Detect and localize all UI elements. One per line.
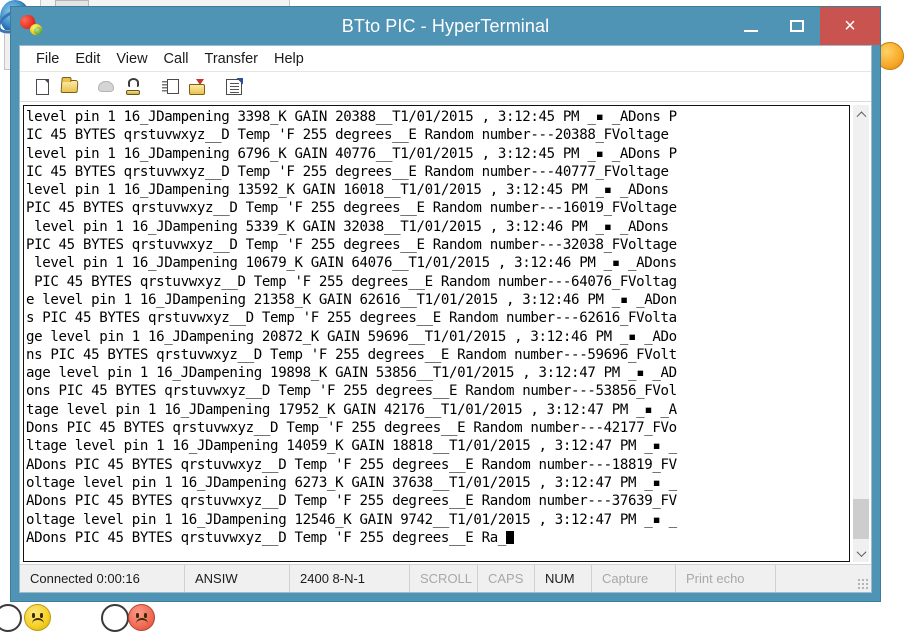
maximize-button[interactable] — [774, 7, 820, 45]
minimize-icon — [744, 30, 758, 32]
receive-folder-shape — [189, 84, 205, 95]
receive-file-icon — [189, 79, 206, 95]
window-controls: × — [728, 7, 880, 45]
status-connected: Connected 0:00:16 — [20, 565, 185, 592]
call-button[interactable] — [121, 75, 145, 99]
chevron-up-icon — [856, 111, 866, 121]
telephone-handset-shape — [128, 78, 139, 87]
status-num-indicator: NUM — [535, 565, 592, 592]
disconnect-button — [94, 75, 118, 99]
send-file-icon — [162, 79, 179, 95]
scroll-up-button[interactable] — [853, 105, 869, 122]
menu-bar: File Edit View Call Transfer Help — [20, 46, 871, 72]
title-bar[interactable]: BTto PIC - HyperTerminal × — [11, 7, 880, 45]
terminal-line: level pin 1 16_JDampening 5339_K GAIN 32… — [26, 218, 848, 236]
terminal-line: ns PIC 45 BYTES qrstuvwxyz__D Temp 'F 25… — [26, 346, 848, 364]
status-baud: 2400 8-N-1 — [290, 565, 410, 592]
scrollbar-track[interactable] — [853, 122, 869, 545]
terminal-line: IC 45 BYTES qrstuvwxyz__D Temp 'F 255 de… — [26, 126, 848, 144]
terminal-line: ltage level pin 1 16_JDampening 14059_K … — [26, 437, 848, 455]
terminal-line: PIC 45 BYTES qrstuvwxyz__D Temp 'F 255 d… — [26, 236, 848, 254]
telephone-base-shape — [126, 90, 140, 95]
new-connection-button[interactable] — [30, 75, 54, 99]
hyperterminal-window: BTto PIC - HyperTerminal × File Edit Vie… — [10, 6, 881, 602]
terminal-line: level pin 1 16_JDampening 3398_K GAIN 20… — [26, 108, 848, 126]
smiley-mouth — [136, 618, 148, 624]
window-client-area: File Edit View Call Transfer Help — [19, 45, 872, 593]
receive-file-button[interactable] — [185, 75, 209, 99]
menu-item-call[interactable]: Call — [156, 49, 197, 69]
minimize-button[interactable] — [728, 7, 774, 45]
terminal-lines: level pin 1 16_JDampening 3398_K GAIN 20… — [26, 108, 848, 547]
status-print-echo-indicator: Print echo — [676, 565, 776, 592]
chevron-down-icon — [856, 547, 866, 557]
disconnect-icon — [98, 81, 114, 92]
send-page-shape — [167, 79, 179, 94]
open-connection-button[interactable] — [57, 75, 81, 99]
terminal-cursor — [506, 531, 514, 544]
menu-item-edit[interactable]: Edit — [67, 49, 108, 69]
toolbar — [20, 72, 871, 102]
comet-ball2-shape — [34, 27, 42, 35]
terminal-line: level pin 1 16_JDampening 10679_K GAIN 6… — [26, 254, 848, 272]
terminal-line: ADons PIC 45 BYTES qrstuvwxyz__D Temp 'F… — [26, 492, 848, 510]
properties-button[interactable] — [222, 75, 246, 99]
menu-item-view[interactable]: View — [108, 49, 155, 69]
terminal-output-area[interactable]: level pin 1 16_JDampening 3398_K GAIN 20… — [23, 105, 850, 562]
terminal-line: level pin 1 16_JDampening 13592_K GAIN 1… — [26, 181, 848, 199]
terminal-line: oltage level pin 1 16_JDampening 12546_K… — [26, 511, 848, 529]
terminal-line: PIC 45 BYTES qrstuvwxyz__D Temp 'F 255 d… — [26, 273, 848, 291]
status-spacer — [776, 565, 871, 592]
terminal-line: tage level pin 1 16_JDampening 17952_K G… — [26, 401, 848, 419]
terminal-line: ons PIC 45 BYTES qrstuvwxyz__D Temp 'F 2… — [26, 382, 848, 400]
terminal-region: level pin 1 16_JDampening 3398_K GAIN 20… — [20, 102, 871, 564]
smiley-mouth — [32, 618, 44, 624]
menu-item-file[interactable]: File — [28, 49, 67, 69]
status-capture-indicator: Capture — [592, 565, 676, 592]
close-icon: × — [844, 16, 856, 36]
scroll-down-button[interactable] — [853, 545, 869, 562]
red-smiley-icon[interactable] — [128, 604, 155, 631]
terminal-line: s PIC 45 BYTES qrstuvwxyz__D Temp 'F 255… — [26, 309, 848, 327]
terminal-line: oltage level pin 1 16_JDampening 6273_K … — [26, 474, 848, 492]
status-bar: Connected 0:00:16 ANSIW 2400 8-N-1 SCROL… — [20, 564, 871, 592]
telephone-icon — [125, 78, 141, 95]
terminal-line: ge level pin 1 16_JDampening 20872_K GAI… — [26, 328, 848, 346]
new-page-icon — [36, 79, 49, 95]
terminal-line: PIC 45 BYTES qrstuvwxyz__D Temp 'F 255 d… — [26, 199, 848, 217]
terminal-line: level pin 1 16_JDampening 6796_K GAIN 40… — [26, 145, 848, 163]
resize-grip-icon[interactable] — [857, 578, 868, 589]
maximize-icon — [790, 20, 804, 32]
open-folder-icon — [60, 80, 78, 93]
menu-item-help[interactable]: Help — [266, 49, 312, 69]
properties-icon — [226, 79, 242, 95]
yellow-smiley-icon[interactable] — [24, 604, 51, 631]
vertical-scrollbar[interactable] — [852, 105, 869, 562]
terminal-line: ADons PIC 45 BYTES qrstuvwxyz__D Temp 'F… — [26, 529, 848, 547]
scrollbar-thumb[interactable] — [853, 499, 869, 539]
terminal-line: Dons PIC 45 BYTES qrstuvwxyz__D Temp 'F … — [26, 419, 848, 437]
status-scroll-indicator: SCROLL — [410, 565, 478, 592]
terminal-line: IC 45 BYTES qrstuvwxyz__D Temp 'F 255 de… — [26, 163, 848, 181]
hyperterminal-comet-icon — [19, 14, 45, 38]
status-caps-indicator: CAPS — [478, 565, 535, 592]
send-file-button[interactable] — [158, 75, 182, 99]
status-protocol: ANSIW — [185, 565, 290, 592]
close-button[interactable]: × — [820, 7, 880, 45]
terminal-line: age level pin 1 16_JDampening 19898_K GA… — [26, 364, 848, 382]
menu-item-transfer[interactable]: Transfer — [197, 49, 266, 69]
terminal-line: ADons PIC 45 BYTES qrstuvwxyz__D Temp 'F… — [26, 456, 848, 474]
terminal-line: e level pin 1 16_JDampening 21358_K GAIN… — [26, 291, 848, 309]
